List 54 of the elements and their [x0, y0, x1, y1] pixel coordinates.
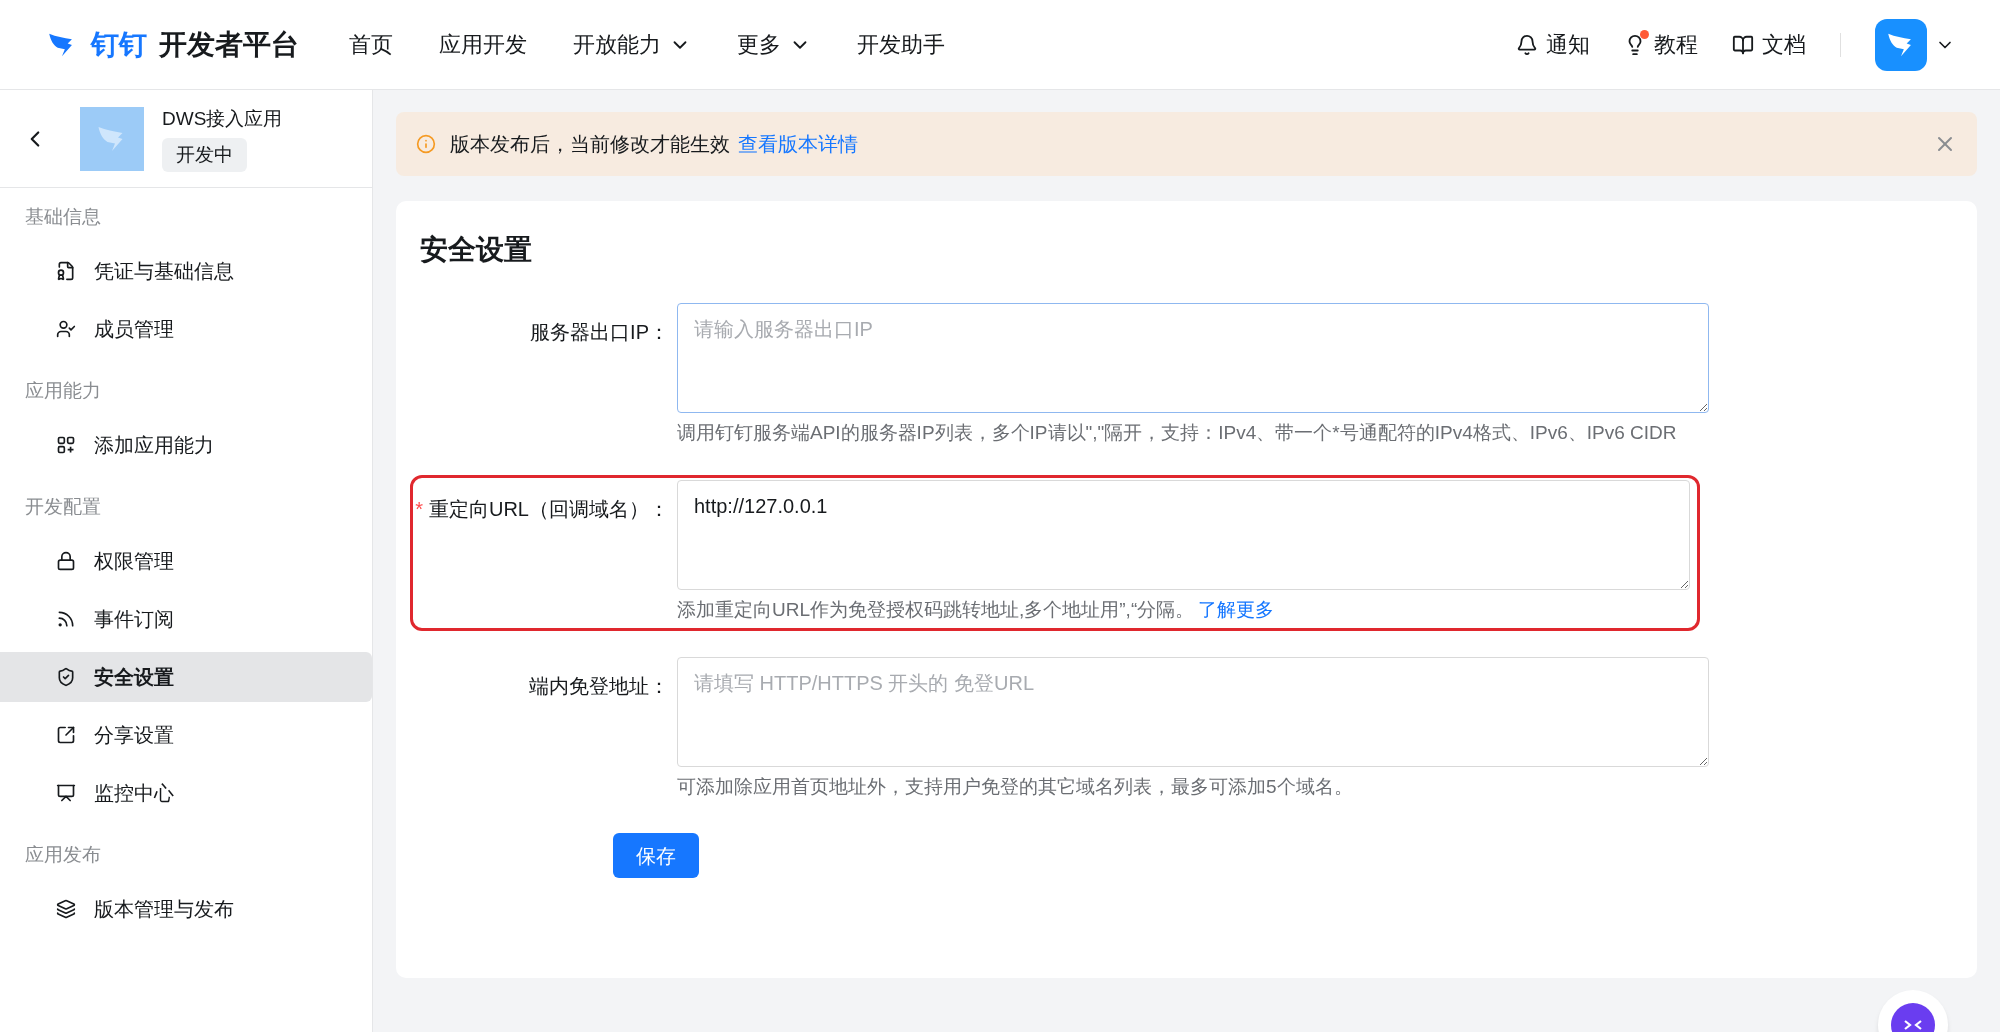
field-label: 重定向URL（回调域名）：	[429, 497, 669, 522]
section-heading: 基础信息	[24, 204, 102, 229]
document-star-icon	[56, 261, 76, 281]
learn-more-link[interactable]: 了解更多	[1198, 599, 1275, 620]
sidebar-item[interactable]: 安全设置	[0, 652, 372, 702]
nav-link[interactable]: 开放能力	[573, 28, 691, 61]
field-label: 服务器出口IP：	[530, 320, 669, 345]
alert-link[interactable]: 查看版本详情	[738, 129, 858, 159]
nav-link[interactable]: 更多	[737, 28, 811, 61]
app-name: DWS接入应用	[162, 107, 283, 131]
page-title: 安全设置	[420, 233, 533, 267]
sidebar-item[interactable]: 成员管理	[0, 304, 372, 354]
help-text: 可添加除应用首页地址外，支持用户免登的其它域名列表，最多可添加5个域名。	[677, 775, 1354, 799]
header-link[interactable]: 通知	[1516, 28, 1590, 61]
section-heading: 开发配置	[24, 494, 102, 519]
book-icon	[1732, 33, 1754, 56]
grid-plus-icon	[56, 435, 76, 455]
sidebar-item[interactable]: 分享设置	[0, 710, 372, 760]
logo-text: 钉钉	[91, 27, 147, 62]
field-label: 端内免登地址：	[529, 674, 669, 699]
bell-icon	[1516, 33, 1538, 56]
layers-icon	[56, 899, 76, 919]
user-check-icon	[56, 319, 76, 339]
text-area[interactable]: http://127.0.0.1	[677, 480, 1690, 590]
sidebar-item[interactable]: 事件订阅	[0, 594, 372, 644]
avatar-icon[interactable]	[1875, 18, 1927, 71]
status-tag: 开发中	[162, 137, 247, 172]
sidebar-item[interactable]: 监控中心	[0, 768, 372, 818]
section-heading: 应用发布	[24, 842, 102, 867]
header-link[interactable]: 教程	[1624, 28, 1698, 61]
save-button[interactable]: 保存	[613, 833, 699, 878]
site-title: 开发者平台	[159, 27, 299, 62]
nav-link[interactable]: 应用开发	[439, 28, 527, 61]
lock-icon	[56, 551, 76, 571]
sidebar-item[interactable]: 凭证与基础信息	[0, 246, 372, 296]
shield-check-icon	[56, 667, 76, 687]
help-text: 添加重定向URL作为免登授权码跳转地址,多个地址用”,“分隔。 了解更多	[677, 598, 1276, 622]
nav-link[interactable]: 首页	[349, 28, 393, 61]
header-link[interactable]: 文档	[1732, 28, 1806, 61]
monitor-icon	[56, 783, 76, 803]
text-area[interactable]: 请填写 HTTP/HTTPS 开头的 免登URL	[677, 657, 1709, 767]
app-logo	[80, 106, 144, 171]
required-mark: *	[415, 497, 423, 522]
rss-icon	[56, 609, 76, 629]
sidebar-item[interactable]: 添加应用能力	[0, 420, 372, 470]
info-icon	[416, 134, 436, 154]
section-heading: 应用能力	[24, 378, 102, 403]
share-icon	[56, 725, 76, 745]
alert-text: 版本发布后，当前修改才能生效	[450, 132, 730, 157]
sidebar-item[interactable]: 版本管理与发布	[0, 884, 372, 934]
sidebar-item[interactable]: 权限管理	[0, 536, 372, 586]
help-text: 调用钉钉服务端API的服务器IP列表，多个IP请以","隔开，支持：IPv4、带一个*号通配符的IPv4格式、IPv6、IPv6 CIDR	[677, 421, 1678, 445]
nav-link[interactable]: 开发助手	[857, 28, 945, 61]
text-area[interactable]: 请输入服务器出口IP	[677, 303, 1709, 413]
